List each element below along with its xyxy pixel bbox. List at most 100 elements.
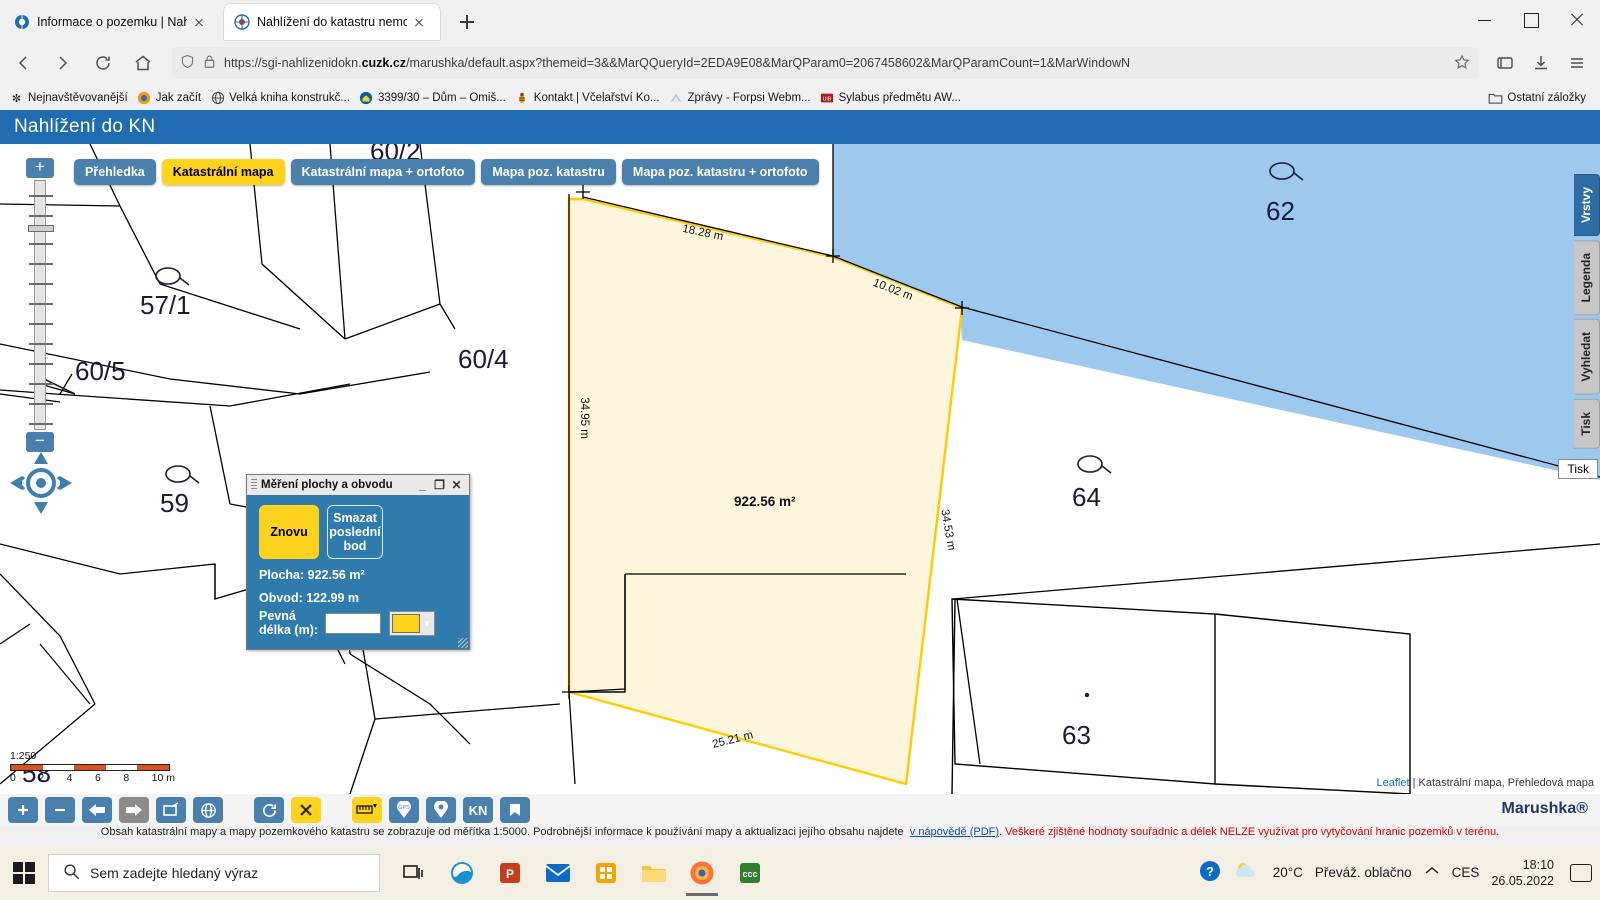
bookmark-star-icon[interactable] — [1454, 53, 1470, 73]
firefox-icon — [137, 91, 152, 106]
side-panel-tabs: Vrstvy Legenda Vyhledat Tisk — [1574, 174, 1600, 453]
notifications-icon[interactable] — [1570, 863, 1592, 882]
bookmark-item-6[interactable]: UIB Sylabus předmětu AW... — [820, 91, 961, 106]
firefox-icon[interactable] — [678, 849, 726, 897]
svg-text:ccc: ccc — [742, 869, 757, 879]
maximize-icon[interactable]: ❐ — [431, 478, 448, 492]
uib-icon: UIB — [820, 91, 835, 106]
home-icon[interactable] — [126, 46, 160, 80]
clock-date: 26.05.2022 — [1491, 873, 1554, 888]
bookmark-label: Nejnavštěvovanější — [28, 92, 128, 104]
bookmark-item-5[interactable]: Zprávy - Forpsi Webm... — [669, 91, 811, 106]
explorer-icon[interactable] — [630, 849, 678, 897]
reload-icon[interactable] — [86, 46, 120, 80]
delete-last-point-button[interactable]: Smazat poslední bod — [327, 505, 383, 559]
language-indicator[interactable]: CES — [1452, 865, 1480, 880]
leaflet-link[interactable]: Leaflet — [1377, 777, 1410, 789]
side-tab-tisk[interactable]: Tisk — [1574, 398, 1600, 449]
weather-desc: Převáž. oblačno — [1314, 865, 1412, 880]
fixed-length-input[interactable] — [325, 612, 381, 634]
search-input[interactable]: Sem zadejte hledaný výraz — [48, 853, 380, 892]
close-window-icon[interactable] — [1554, 0, 1600, 40]
map-tab-katastralni-mapa[interactable]: Katastrální mapa — [161, 159, 285, 185]
map-tab-katastralni-mapa-ortofoto[interactable]: Katastrální mapa + ortofoto — [290, 159, 476, 185]
start-button[interactable] — [0, 845, 48, 900]
back-button[interactable] — [82, 797, 112, 823]
side-tab-legenda[interactable]: Legenda — [1574, 240, 1600, 316]
measure-button[interactable] — [352, 797, 382, 823]
parcel-label-60-5: 60/5 — [75, 356, 126, 386]
minimize-icon[interactable] — [1462, 0, 1508, 40]
chevron-up-icon[interactable] — [1424, 865, 1440, 880]
resize-handle[interactable] — [458, 638, 468, 648]
map-canvas[interactable]: 57/1 60/5 59 60/4 60/2 62 64 63 58 18.28… — [0, 144, 1600, 794]
other-bookmarks-button[interactable]: Ostatní záložky — [1488, 91, 1586, 106]
parcel-label-57-1: 57/1 — [140, 290, 191, 320]
forward-icon[interactable] — [46, 46, 80, 80]
dialog-titlebar[interactable]: Měření plochy a obvodu _ ❐ ✕ — [247, 475, 469, 495]
gps-button[interactable]: GPS — [389, 797, 419, 823]
clock[interactable]: 18:10 26.05.2022 — [1491, 857, 1554, 889]
forward-button[interactable] — [119, 797, 149, 823]
zoom-rect-button[interactable] — [156, 797, 186, 823]
zoom-in-button[interactable] — [8, 797, 38, 823]
map-attribution: Leaflet | Katastrální mapa, Přehledová m… — [1377, 777, 1595, 789]
map-tab-prehledka[interactable]: Přehledka — [74, 159, 156, 185]
bookmark-item-2[interactable]: Velká kniha konstrukč... — [210, 91, 350, 106]
task-view-icon[interactable] — [390, 849, 438, 897]
measure-dialog[interactable]: Měření plochy a obvodu _ ❐ ✕ Znovu Smaza… — [246, 474, 470, 650]
download-icon[interactable] — [1524, 46, 1558, 80]
full-extent-button[interactable] — [193, 797, 223, 823]
pan-control[interactable] — [8, 450, 74, 516]
scale-bar: 1:250 0 2 4 6 8 10 m — [10, 750, 180, 784]
attribution-text: | Katastrální mapa, Přehledová mapa — [1409, 777, 1594, 789]
help-pdf-link[interactable]: v nápovědě (PDF) — [910, 826, 999, 838]
mail-icon[interactable] — [534, 849, 582, 897]
maximize-icon[interactable] — [1508, 0, 1554, 40]
map-tab-mapa-poz-katastru[interactable]: Mapa poz. katastru — [481, 159, 616, 185]
zoom-in-button[interactable]: + — [26, 158, 54, 178]
taskbar-apps: P ccc — [390, 849, 774, 897]
minimize-icon[interactable]: _ — [414, 478, 431, 492]
close-icon[interactable]: ✕ — [448, 478, 465, 492]
bookmark-item-3[interactable]: 3399/30 – Dům – Omiš... — [359, 91, 506, 106]
bookmarks-bar: ✼ Nejnavštěvovanější Jak začít Velká kni… — [0, 86, 1600, 110]
menu-icon[interactable] — [1560, 46, 1594, 80]
scale-tick-3: 6 — [94, 772, 101, 784]
bookmark-item-0[interactable]: ✼ Nejnavštěvovanější — [9, 91, 128, 106]
scale-tick-1: 2 — [38, 772, 45, 784]
color-select[interactable]: ▼ — [389, 610, 435, 636]
back-icon[interactable] — [6, 46, 40, 80]
new-tab-button[interactable] — [455, 10, 479, 34]
store-icon[interactable] — [582, 849, 630, 897]
address-bar[interactable]: https://sgi-nahlizenidokn.cuzk.cz/marush… — [172, 47, 1478, 79]
close-icon[interactable] — [191, 14, 207, 30]
refresh-button[interactable] — [254, 797, 284, 823]
side-tab-vyhledat[interactable]: Vyhledat — [1574, 319, 1600, 395]
side-tab-vrstvy[interactable]: Vrstvy — [1574, 174, 1600, 237]
close-icon[interactable] — [411, 14, 427, 30]
color-swatch — [392, 613, 420, 633]
browser-tab-1[interactable]: Informace o pozemku | Nahlížen — [4, 4, 226, 40]
restart-measure-button[interactable]: Znovu — [259, 505, 319, 559]
zoom-slider[interactable] — [28, 180, 54, 430]
chevron-down-icon[interactable]: ▼ — [423, 619, 431, 628]
clear-button[interactable] — [291, 797, 321, 823]
bookmark-item-4[interactable]: Kontakt | Včelařství Ko... — [515, 91, 660, 106]
edge-icon[interactable] — [438, 849, 486, 897]
bookmark-button[interactable] — [500, 797, 530, 823]
kn-button[interactable]: KN — [463, 797, 493, 823]
drag-handle-icon[interactable] — [251, 479, 257, 491]
parcel-label-59: 59 — [160, 488, 189, 518]
bookmark-item-1[interactable]: Jak začít — [137, 91, 201, 106]
ccc-icon[interactable]: ccc — [726, 849, 774, 897]
help-icon[interactable]: ? — [1199, 860, 1221, 885]
weather-icon[interactable] — [1233, 861, 1261, 884]
powerpoint-icon[interactable]: P — [486, 849, 534, 897]
zoom-out-button[interactable] — [45, 797, 75, 823]
browser-tab-2[interactable]: Nahlížení do katastru nemovitos — [224, 4, 440, 40]
zoom-out-button[interactable]: − — [26, 432, 54, 452]
map-tab-mapa-poz-katastru-ortofoto[interactable]: Mapa poz. katastru + ortofoto — [621, 159, 819, 185]
shield-protections-icon[interactable] — [1488, 46, 1522, 80]
locate-button[interactable] — [426, 797, 456, 823]
